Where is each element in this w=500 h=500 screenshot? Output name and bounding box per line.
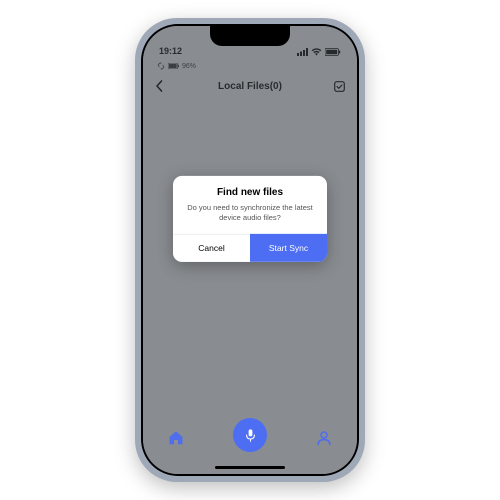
microphone-icon bbox=[243, 428, 258, 443]
home-indicator[interactable] bbox=[215, 466, 285, 469]
dialog-actions: Cancel Start Sync bbox=[173, 234, 327, 262]
dialog-title: Find new files bbox=[173, 176, 327, 203]
phone-frame: 19:12 bbox=[135, 18, 365, 482]
home-icon[interactable] bbox=[167, 429, 185, 447]
dialog-message: Do you need to synchronize the latest de… bbox=[173, 203, 327, 234]
notch bbox=[210, 26, 290, 46]
tab-bar bbox=[143, 412, 357, 474]
sync-dialog: Find new files Do you need to synchroniz… bbox=[173, 176, 327, 262]
phone-bezel: 19:12 bbox=[141, 24, 359, 476]
profile-icon[interactable] bbox=[315, 429, 333, 447]
start-sync-button[interactable]: Start Sync bbox=[250, 234, 327, 262]
record-button[interactable] bbox=[233, 418, 267, 452]
screen: 19:12 bbox=[143, 26, 357, 474]
cancel-button[interactable]: Cancel bbox=[173, 234, 250, 262]
